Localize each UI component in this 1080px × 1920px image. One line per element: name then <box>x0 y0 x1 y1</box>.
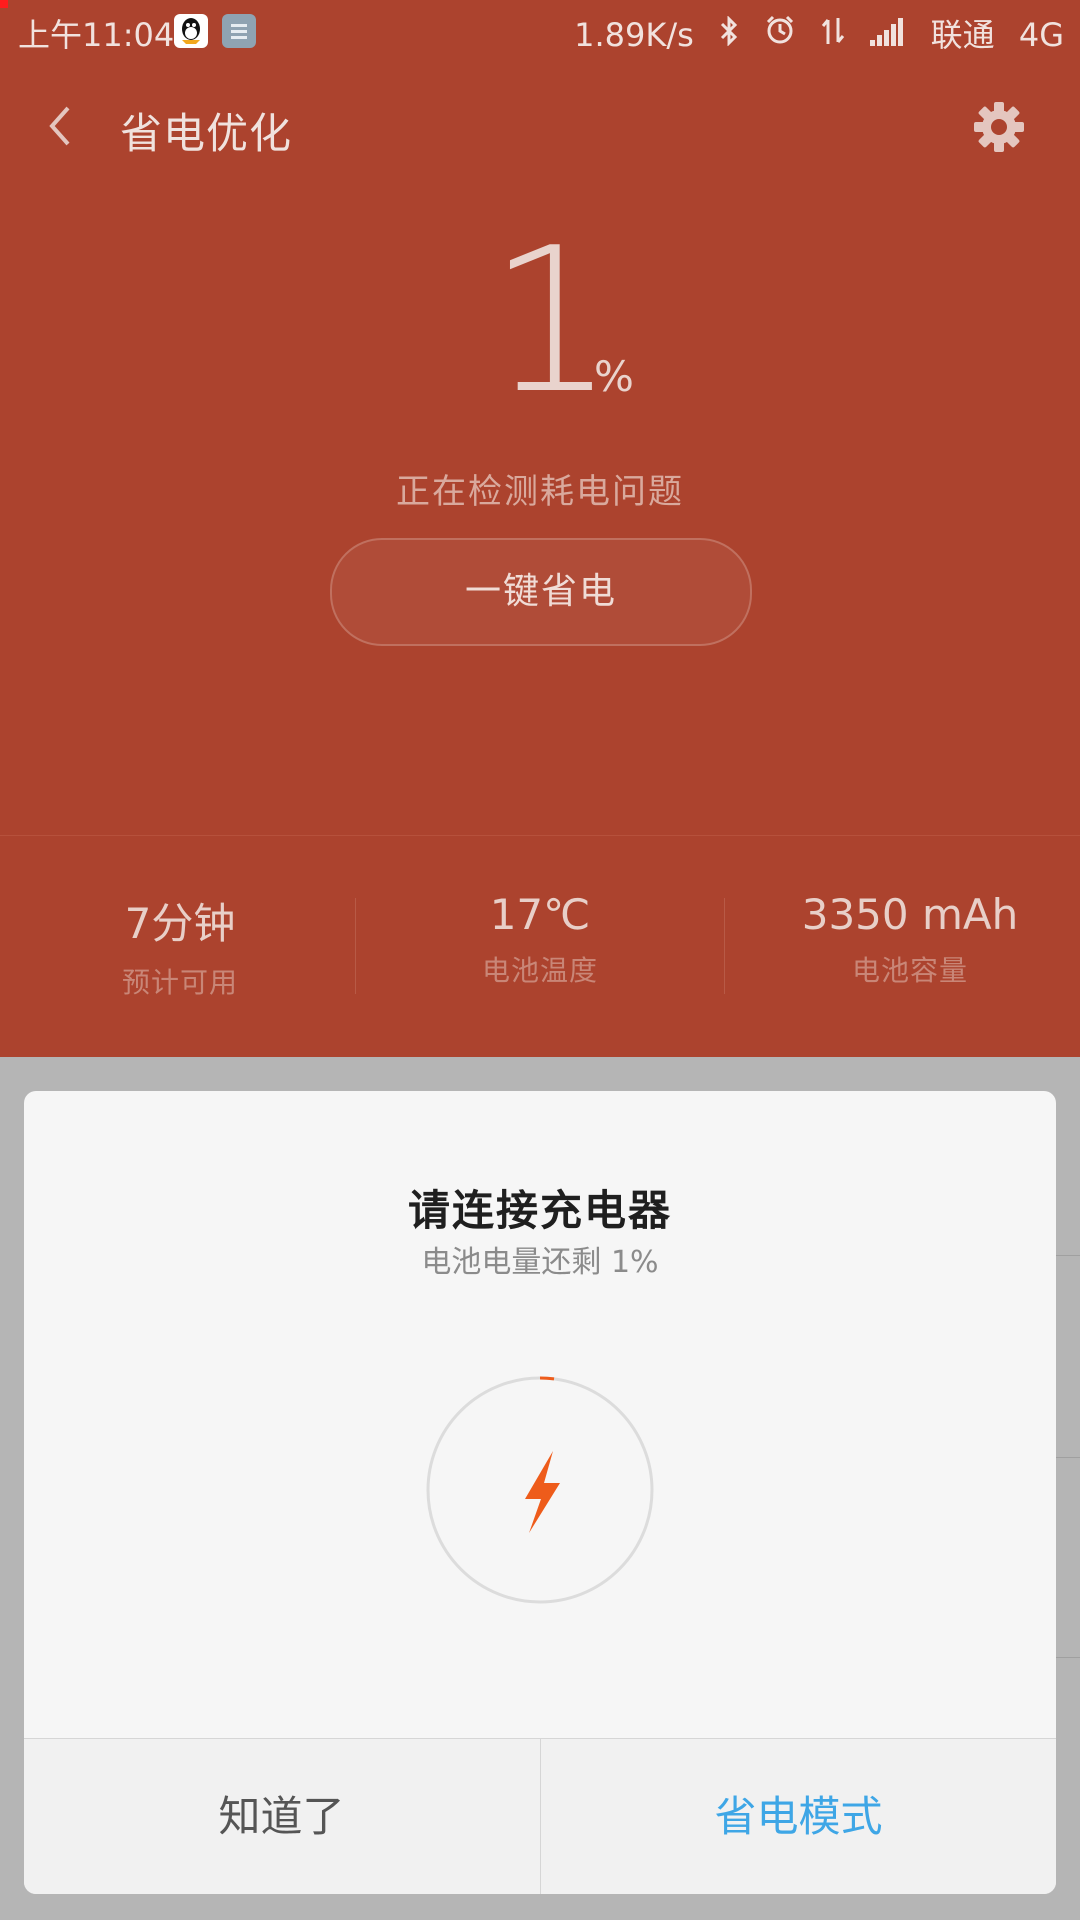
battery-progress-ring <box>426 1376 654 1604</box>
gear-icon <box>974 102 1024 152</box>
lightning-icon <box>525 1451 560 1533</box>
got-it-button[interactable]: 知道了 <box>24 1739 539 1894</box>
stat-battery-capacity: 3350 mAh 电池容量 <box>730 890 1080 989</box>
settings-button[interactable] <box>972 100 1026 154</box>
divider <box>1056 1457 1080 1458</box>
bluetooth-icon <box>718 15 740 54</box>
stat-value: 3350 mAh <box>801 890 1019 939</box>
dialog-title: 请连接充电器 <box>407 1186 672 1235</box>
back-button[interactable] <box>40 96 80 156</box>
ring-progress-arc <box>539 1376 555 1381</box>
stat-estimated-time: 7分钟 预计可用 <box>0 890 360 1001</box>
page-title: 省电优化 <box>120 109 293 158</box>
status-time: 上午11:04 <box>18 16 175 54</box>
alarm-icon <box>764 14 796 54</box>
stat-value: 7分钟 <box>124 899 236 948</box>
detect-status: 正在检测耗电问题 <box>396 472 684 512</box>
signal-icon <box>870 16 906 54</box>
stat-label: 电池容量 <box>851 954 968 987</box>
power-save-mode-button[interactable]: 省电模式 <box>541 1739 1056 1894</box>
net-speed: 1.89K/s <box>574 16 694 54</box>
dialog-subtitle: 电池电量还剩 1% <box>421 1245 659 1280</box>
stat-value: 17℃ <box>489 890 591 939</box>
status-bar: 上午11:04 1.89K/s 联通 4G <box>0 0 1080 62</box>
network-type: 4G <box>1018 16 1064 54</box>
status-right: 1.89K/s 联通 4G <box>560 10 1064 56</box>
divider <box>1056 1657 1080 1658</box>
data-transfer-icon <box>820 16 846 54</box>
stat-label: 预计可用 <box>121 966 238 999</box>
one-key-save-button[interactable]: 一键省电 <box>330 538 752 646</box>
divider <box>355 898 356 994</box>
battery-level-unit: % <box>594 352 634 401</box>
stat-label: 电池温度 <box>481 954 598 987</box>
divider <box>1056 1255 1080 1256</box>
notes-notification-icon <box>222 14 256 48</box>
divider <box>724 898 725 994</box>
charger-dialog: 请连接充电器 电池电量还剩 1% 知道了 省电模式 <box>24 1091 1056 1894</box>
stat-battery-temp: 17℃ 电池温度 <box>360 890 720 989</box>
chevron-left-icon <box>49 106 70 146</box>
carrier-name: 联通 <box>930 16 995 54</box>
qq-notification-icon <box>174 14 208 48</box>
dialog-footer: 知道了 省电模式 <box>24 1738 1056 1894</box>
